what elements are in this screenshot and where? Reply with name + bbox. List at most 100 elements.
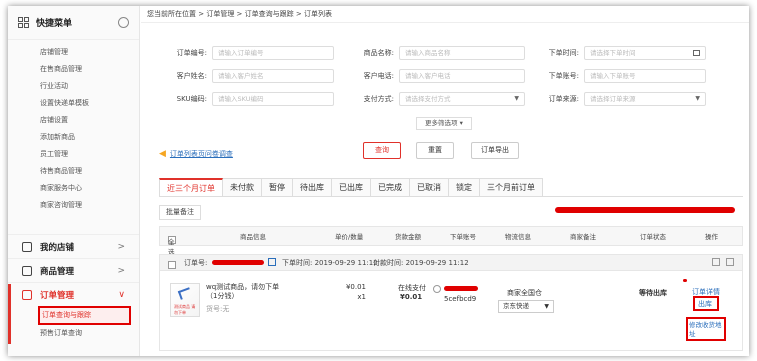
tab-locked[interactable]: 锁定 xyxy=(449,178,480,197)
tabs-divider xyxy=(159,196,743,197)
quick-item-store-settings[interactable]: 店铺设置 xyxy=(8,112,139,129)
quick-item-add-product[interactable]: 添加新商品 xyxy=(8,129,139,146)
sidebar-header: 快捷菜单 xyxy=(8,6,139,40)
order-status-tabs: 近三个月订单 未付款 暂停 待出库 已出库 已完成 已取消 锁定 三个月前订单 xyxy=(159,178,543,197)
order-status: 等待出库 xyxy=(639,289,667,297)
filter-customer-name: 客户姓名: 请输入客户姓名 xyxy=(159,69,334,83)
pay-method-placeholder: 请选择支付方式 xyxy=(405,95,451,103)
chevron-down-icon: ∨ xyxy=(118,289,125,300)
gear-icon[interactable] xyxy=(118,17,129,28)
unit-price: ¥0.01 xyxy=(345,283,366,291)
account-suffix: 5cefbcd9 xyxy=(444,295,477,303)
quick-menu-list: 店铺管理 在售商品管理 行业活动 设置快递单模板 店铺设置 添加新商品 员工管理… xyxy=(8,40,139,214)
edit-address-link[interactable]: 修改收货地址 xyxy=(689,321,725,339)
order-time-placeholder: 请选择下单时间 xyxy=(590,49,636,57)
app-frame: 快捷菜单 店铺管理 在售商品管理 行业活动 设置快递单模板 店铺设置 添加新商品… xyxy=(8,6,749,356)
quick-item-consult[interactable]: 商家咨询管理 xyxy=(8,197,139,214)
order-source-placeholder: 请选择订单来源 xyxy=(590,95,636,103)
order-row: 测试商品 请勿下单 wq测试商品，请勿下单（1分钱） 货号:无 ¥0.01 x1… xyxy=(159,271,743,351)
export-orders-button[interactable]: 订单导出 xyxy=(471,142,519,159)
quick-item-staff[interactable]: 员工管理 xyxy=(8,146,139,163)
filter-order-source: 订单来源: 请选择订单来源 ▼ xyxy=(531,92,706,106)
order-no-redaction xyxy=(212,260,264,265)
product-name-input[interactable]: 请输入商品名称 xyxy=(399,46,525,60)
customer-phone-input[interactable]: 请输入客户电话 xyxy=(399,69,525,83)
product-name-label: 商品名称: xyxy=(363,49,394,57)
reset-button[interactable]: 重置 xyxy=(416,142,454,159)
pay-method-select[interactable]: 请选择支付方式 ▼ xyxy=(399,92,525,106)
sidebar-item-presale-query[interactable]: 预售订单查询 xyxy=(8,325,139,342)
product-thumbnail[interactable]: 测试商品 请勿下单 xyxy=(170,283,200,317)
quick-item-pending-products[interactable]: 待售商品管理 xyxy=(8,163,139,180)
order-source-label: 订单来源: xyxy=(548,95,579,103)
order-checkbox[interactable] xyxy=(168,261,176,269)
quick-item-activities[interactable]: 行业活动 xyxy=(8,78,139,95)
col-note: 商家备注 xyxy=(570,233,596,241)
order-no-input[interactable]: 请输入订单编号 xyxy=(212,46,334,60)
breadcrumb: 您当前所在位置 > 订单管理 > 订单查询与跟踪 > 订单列表 xyxy=(141,6,749,23)
sidebar-group-orders[interactable]: 订单管理 ∨ xyxy=(8,282,139,306)
tab-paused[interactable]: 暂停 xyxy=(262,178,293,197)
col-status: 订单状态 xyxy=(640,233,666,241)
product-sku-no: 货号:无 xyxy=(206,305,230,313)
chevron-right-icon: > xyxy=(117,241,125,252)
pay-method-label: 支付方式: xyxy=(363,95,394,103)
batch-note-button[interactable]: 批量备注 xyxy=(159,205,201,220)
order-account-label: 下单账号: xyxy=(548,72,579,80)
order-account-input[interactable]: 请输入下单账号 xyxy=(584,69,706,83)
copy-icon[interactable] xyxy=(268,258,276,266)
dropdown-arrow-icon: ▼ xyxy=(514,95,519,102)
ship-button[interactable]: 出库 xyxy=(698,299,712,309)
query-button[interactable]: 查询 xyxy=(363,142,401,159)
col-logistics: 物流信息 xyxy=(505,233,531,241)
sidebar-item-order-query[interactable]: 订单查询与跟踪 xyxy=(38,306,131,325)
sidebar-title: 快捷菜单 xyxy=(36,19,73,29)
tab-older-than-3-months[interactable]: 三个月前订单 xyxy=(480,178,543,197)
tab-pending-shipment[interactable]: 待出库 xyxy=(293,178,332,197)
tab-cancelled[interactable]: 已取消 xyxy=(410,178,449,197)
quick-item-store-manage[interactable]: 店铺管理 xyxy=(8,44,139,61)
courier-select[interactable]: 京东快递 ▼ xyxy=(498,300,554,313)
sku-input[interactable]: 请输入SKU编码 xyxy=(212,92,334,106)
quick-item-shipping-template[interactable]: 设置快递单模板 xyxy=(8,95,139,112)
customer-phone-label: 客户电话: xyxy=(363,72,394,80)
order-no-label: 订单号: xyxy=(184,259,208,267)
sku-label: SKU编码: xyxy=(176,95,207,103)
select-all-label: 全选 xyxy=(168,238,175,256)
tab-unpaid[interactable]: 未付款 xyxy=(223,178,262,197)
redaction-mark xyxy=(555,207,735,213)
quick-item-service-center[interactable]: 商家服务中心 xyxy=(8,180,139,197)
more-filters-button[interactable]: 更多筛选项 ▾ xyxy=(416,117,472,130)
tab-recent-3-months[interactable]: 近三个月订单 xyxy=(159,178,223,197)
courier-value: 京东快递 xyxy=(503,302,529,310)
customer-name-input[interactable]: 请输入客户姓名 xyxy=(212,69,334,83)
order-time-picker[interactable]: 请选择下单时间 xyxy=(584,46,706,60)
tab-shipped[interactable]: 已出库 xyxy=(332,178,371,197)
product-title[interactable]: wq测试商品，请勿下单（1分钱） xyxy=(206,283,286,301)
quick-item-on-sale[interactable]: 在售商品管理 xyxy=(8,61,139,78)
filter-pay-method: 支付方式: 请选择支付方式 ▼ xyxy=(346,92,525,106)
filter-order-time: 下单时间: 请选择下单时间 xyxy=(531,46,706,60)
survey-notice: ◀ 订单列表页问卷调查 xyxy=(159,149,233,159)
logistics-scope: 商家全国仓 xyxy=(507,289,542,297)
filter-customer-phone: 客户电话: 请输入客户电话 xyxy=(346,69,525,83)
order-source-select[interactable]: 请选择订单来源 ▼ xyxy=(584,92,706,106)
order-row-header: 订单号: 下单时间: 2019-09-29 11:12 付款时间: 2019-0… xyxy=(159,254,743,271)
minus-square-icon[interactable] xyxy=(712,258,720,266)
dropdown-arrow-icon: ▼ xyxy=(695,95,700,102)
table-header: 全选 商品信息 单价/数量 货款金额 下单账号 物流信息 商家备注 订单状态 操… xyxy=(159,226,743,256)
survey-link[interactable]: 订单列表页问卷调查 xyxy=(170,149,233,159)
order-time-label: 下单时间: xyxy=(548,49,579,57)
store-icon xyxy=(22,241,32,252)
order-no-label: 订单编号: xyxy=(176,49,207,57)
product-logo-icon xyxy=(177,287,193,300)
sidebar-group-products[interactable]: 商品管理 > xyxy=(8,258,139,282)
tab-completed[interactable]: 已完成 xyxy=(371,178,410,197)
col-price-qty: 单价/数量 xyxy=(335,233,364,241)
active-group-highlight xyxy=(8,284,11,344)
sidebar-group-my-store[interactable]: 我的店铺 > xyxy=(8,234,139,258)
group-label: 我的店铺 xyxy=(40,242,75,253)
flag-icon[interactable] xyxy=(726,258,734,266)
megaphone-icon: ◀ xyxy=(159,149,166,159)
amount: ¥0.01 xyxy=(400,293,423,301)
